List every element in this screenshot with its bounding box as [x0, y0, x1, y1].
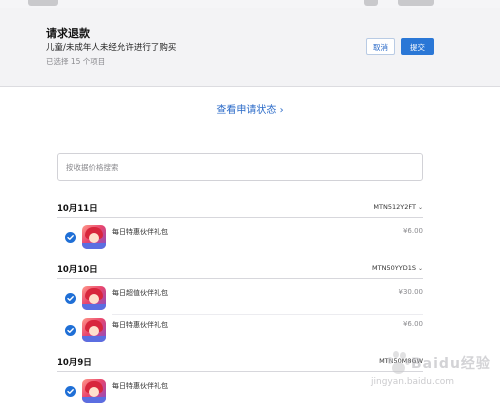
- item-price: ¥6.00: [402, 227, 423, 235]
- game-app-icon: [82, 318, 106, 342]
- check-circle-icon[interactable]: [65, 386, 76, 397]
- watermark-brand: Baidu经验: [411, 356, 491, 372]
- date-group-header: 10月11日 MTN512Y2FT ⌄: [57, 202, 423, 216]
- refund-request-panel: 请求退款 儿童/未成年人未经允许进行了购买 已选择 15 个项目 取消 提交: [0, 8, 500, 87]
- check-circle-icon[interactable]: [65, 325, 76, 336]
- paw-logo-icon: [385, 351, 411, 375]
- order-id: MTN512Y2FT: [373, 203, 416, 211]
- watermark-url: jingyan.baidu.com: [371, 377, 455, 387]
- group-divider: [57, 278, 423, 279]
- price-search-input[interactable]: [58, 154, 422, 180]
- item-name: 每日超值伙伴礼包: [112, 289, 168, 297]
- date-group-header: 10月10日 MTN50YYD1S ⌄: [57, 263, 423, 277]
- chevron-down-icon: ⌄: [417, 265, 423, 272]
- group-date: 10月11日: [57, 204, 98, 214]
- list-item[interactable]: 每日特惠伙伴礼包 ¥6.00: [57, 220, 423, 254]
- group-date: 10月9日: [57, 358, 92, 368]
- item-price: ¥30.00: [398, 288, 424, 296]
- game-app-icon: [82, 225, 106, 249]
- group-divider: [57, 217, 423, 218]
- item-name: 每日特惠伙伴礼包: [112, 228, 168, 236]
- top-strip-fragment: [28, 0, 58, 6]
- item-name: 每日特惠伙伴礼包: [112, 382, 168, 390]
- check-circle-icon[interactable]: [65, 232, 76, 243]
- view-request-status-link[interactable]: 查看申请状态 ›: [0, 101, 500, 116]
- submit-button[interactable]: 提交: [401, 38, 434, 55]
- game-app-icon: [82, 379, 106, 403]
- cancel-button[interactable]: 取消: [366, 38, 395, 55]
- list-item[interactable]: 每日超值伙伴礼包 ¥30.00: [57, 281, 423, 315]
- list-item[interactable]: 每日特惠伙伴礼包 ¥6.00: [57, 313, 423, 347]
- baidu-watermark: Baidu经验 jingyan.baidu.com: [367, 347, 500, 397]
- group-date: 10月10日: [57, 265, 98, 275]
- order-id-toggle[interactable]: MTN512Y2FT ⌄: [373, 203, 423, 211]
- selected-count: 已选择 15 个项目: [46, 57, 106, 66]
- top-strip: [0, 0, 500, 8]
- refund-reason: 儿童/未成年人未经允许进行了购买: [46, 43, 177, 53]
- item-price: ¥6.00: [402, 320, 423, 328]
- item-name: 每日特惠伙伴礼包: [112, 321, 168, 329]
- top-strip-fragment: [364, 0, 378, 6]
- game-app-icon: [82, 286, 106, 310]
- refund-title: 请求退款: [46, 27, 90, 40]
- check-circle-icon[interactable]: [65, 293, 76, 304]
- order-id-toggle[interactable]: MTN50YYD1S ⌄: [372, 264, 423, 272]
- price-search-box[interactable]: [57, 153, 423, 181]
- top-strip-fragment: [398, 0, 434, 6]
- order-id: MTN50YYD1S: [372, 264, 416, 272]
- chevron-down-icon: ⌄: [417, 204, 423, 211]
